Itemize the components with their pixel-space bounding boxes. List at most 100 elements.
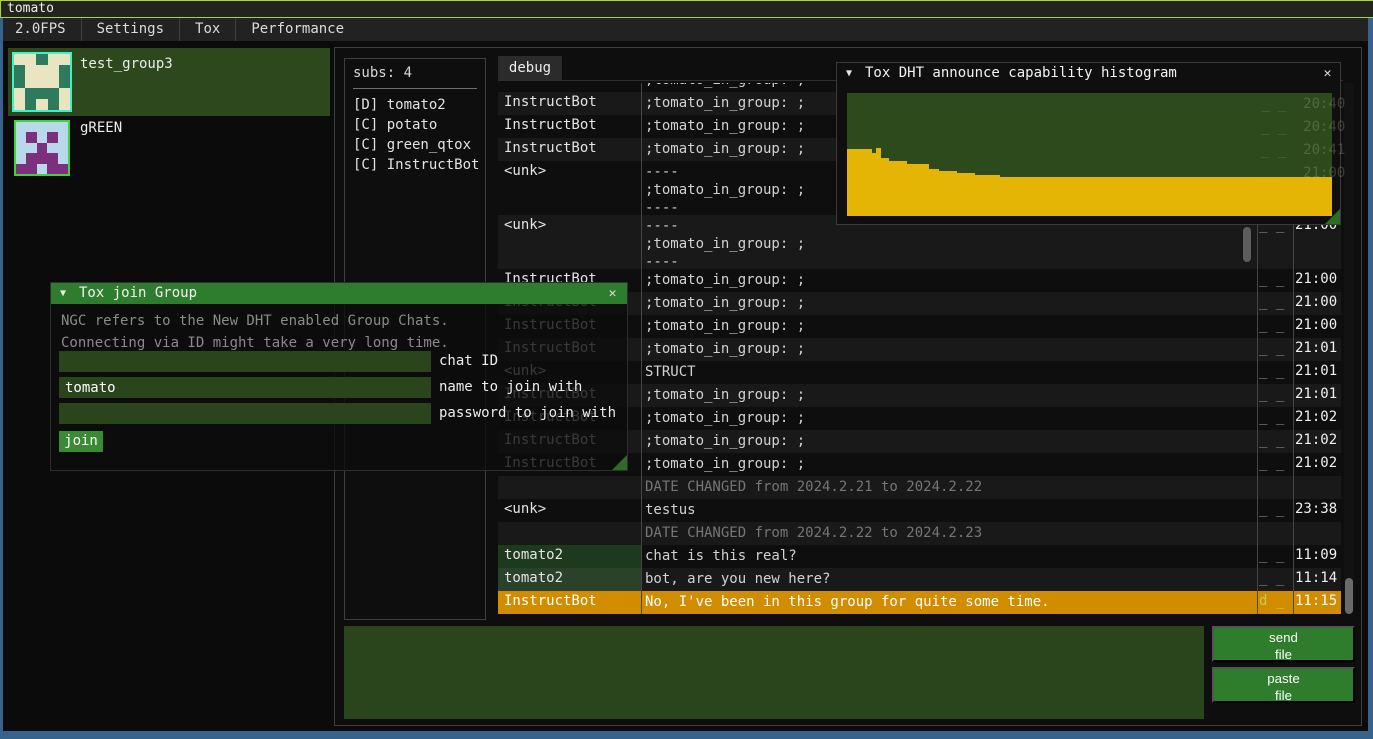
subs-count: subs: 4: [353, 65, 477, 81]
message-text: chat is this real?: [645, 545, 1257, 565]
tox-join-group-dialog: ▼ Tox join Group ✕ NGC refers to the New…: [50, 282, 628, 471]
menu-tox[interactable]: Tox: [180, 18, 235, 41]
timestamp: [1295, 522, 1341, 524]
join-name-field[interactable]: [59, 377, 431, 398]
member-item[interactable]: [D] tomato2: [353, 95, 477, 115]
histogram-bar: [881, 158, 889, 216]
dialog-titlebar[interactable]: ▼ Tox join Group ✕: [51, 283, 627, 304]
message-text: ;tomato_in_group: ;: [645, 269, 1257, 289]
delivery-flags: _ _: [1259, 499, 1293, 517]
chat-row[interactable]: tomato2bot, are you new here?_ _11:14: [498, 568, 1341, 591]
window-title: tomato: [7, 1, 54, 16]
histogram-bar: [889, 161, 907, 216]
histogram-bar: [975, 175, 1000, 216]
member-item[interactable]: [C] potato: [353, 115, 477, 135]
menu-settings[interactable]: Settings: [82, 18, 179, 41]
member-list: [D] tomato2[C] potato[C] green_qtox[C] I…: [353, 95, 477, 175]
delivery-flags: _ _: [1259, 407, 1293, 425]
chat-scrollbar-handle[interactable]: [1345, 578, 1353, 614]
timestamp: 21:00: [1295, 315, 1341, 333]
menubar: 2.0FPSSettingsToxPerformance: [0, 18, 1373, 41]
histogram-plot: [847, 93, 1332, 216]
timestamp: 21:02: [1295, 430, 1341, 448]
timestamp: 21:02: [1295, 407, 1341, 425]
sender-name: <unk>: [498, 499, 641, 522]
resize-grip[interactable]: [612, 455, 627, 470]
histogram-bar: [847, 149, 872, 216]
message-text: testus: [645, 499, 1257, 519]
sender-name: InstructBot: [498, 591, 641, 614]
join-password-field[interactable]: [59, 403, 431, 424]
chat-id-field[interactable]: [59, 351, 431, 372]
chat-row[interactable]: DATE CHANGED from 2024.2.22 to 2024.2.23: [498, 522, 1341, 545]
tab-debug[interactable]: debug: [498, 56, 562, 80]
message-text: ;tomato_in_group: ;: [645, 315, 1257, 335]
close-icon[interactable]: ✕: [605, 286, 620, 301]
fps-counter: 2.0FPS: [0, 18, 81, 41]
join-name-field-label: name to join with: [439, 377, 582, 398]
delivery-flags: _ _: [1259, 338, 1293, 356]
timestamp: 21:00: [1295, 269, 1341, 287]
histogram-titlebar[interactable]: ▼ Tox DHT announce capability histogram …: [837, 63, 1340, 84]
send-file-button[interactable]: send file: [1212, 626, 1355, 662]
message-cell-scrollbar-handle[interactable]: [1243, 227, 1251, 262]
message-text: No, I've been in this group for quite so…: [645, 591, 1257, 611]
timestamp: 21:02: [1295, 453, 1341, 471]
separator: [353, 88, 477, 89]
timestamp: 11:14: [1295, 568, 1341, 586]
timestamp: 11:15: [1295, 591, 1341, 609]
message-input[interactable]: [344, 626, 1204, 719]
group-name: test_group3: [80, 56, 173, 72]
timestamp: 21:01: [1295, 361, 1341, 379]
histogram-bar: [929, 169, 939, 216]
menu-performance[interactable]: Performance: [236, 18, 359, 41]
message-text: ;tomato_in_group: ;: [645, 384, 1257, 404]
delivery-flags: _ _: [1259, 453, 1293, 471]
chat-scrollbar[interactable]: [1344, 83, 1354, 614]
message-text: ;tomato_in_group: ;: [645, 430, 1257, 450]
timestamp: 21:01: [1295, 384, 1341, 402]
collapse-arrow-icon[interactable]: ▼: [846, 63, 852, 84]
delivery-flags: [1259, 476, 1293, 478]
message-text: bot, are you new here?: [645, 568, 1257, 588]
faded-row-behind-window: _ _ 21:00: [1261, 165, 1345, 181]
message-text: ;tomato_in_group: ;: [645, 407, 1257, 427]
sender-name: tomato2: [498, 568, 641, 591]
join-password-field-label: password to join with: [439, 403, 616, 424]
member-item[interactable]: [C] InstructBot: [353, 155, 477, 175]
message-text: ;tomato_in_group: ;: [645, 338, 1257, 358]
sender-name: tomato2: [498, 545, 641, 568]
sender-name: InstructBot: [498, 92, 641, 115]
chat-row[interactable]: DATE CHANGED from 2024.2.21 to 2024.2.22: [498, 476, 1341, 499]
close-icon[interactable]: ✕: [1320, 66, 1335, 81]
delivery-flags: _ _: [1259, 315, 1293, 333]
chat-row[interactable]: tomato2chat is this real?_ _11:09: [498, 545, 1341, 568]
member-item[interactable]: [C] green_qtox: [353, 135, 477, 155]
faded-row-behind-window: _ _ 20:40: [1261, 96, 1345, 112]
message-text: ;tomato_in_group: ;: [645, 453, 1257, 473]
message-text: ;tomato_in_group: ;: [645, 292, 1257, 312]
delivery-flags: _ _: [1259, 384, 1293, 402]
timestamp: 21:01: [1295, 338, 1341, 356]
window-border-left: [0, 18, 3, 731]
message-text: STRUCT: [645, 361, 1257, 381]
sender-name: InstructBot: [498, 83, 641, 92]
sender-name: InstructBot: [498, 138, 641, 161]
sender-name: <unk>: [498, 215, 641, 269]
chat-row[interactable]: <unk>testus_ _23:38: [498, 499, 1341, 522]
paste-file-button[interactable]: paste file: [1212, 667, 1355, 703]
group-name: gREEN: [80, 120, 122, 136]
sender-name: [498, 522, 641, 545]
resize-grip[interactable]: [1325, 209, 1340, 224]
group-avatar-gREEN: [14, 120, 70, 176]
dht-histogram-window: ▼ Tox DHT announce capability histogram …: [836, 62, 1341, 225]
window-titlebar[interactable]: tomato: [0, 0, 1373, 18]
collapse-arrow-icon[interactable]: ▼: [60, 283, 66, 304]
delivery-flags: [1259, 522, 1293, 524]
window-border-bottom: [0, 731, 1373, 739]
faded-row-behind-window: _ _ 20:41: [1261, 142, 1345, 158]
join-button[interactable]: join: [59, 431, 103, 452]
timestamp: 11:09: [1295, 545, 1341, 563]
chat-row[interactable]: InstructBotNo, I've been in this group f…: [498, 591, 1341, 614]
timestamp: 23:38: [1295, 499, 1341, 517]
